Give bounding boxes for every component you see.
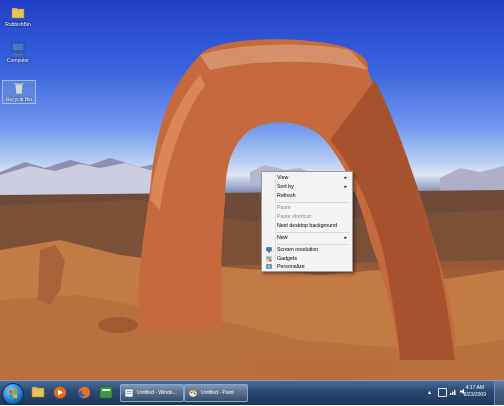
menu-item-paste: Paste (264, 204, 350, 212)
show-hidden-icons-icon[interactable]: ▴ (428, 389, 431, 396)
desktop-icon-label: Computer (7, 58, 29, 64)
windows-logo-icon (9, 390, 17, 398)
menu-item-label: Personalize (277, 264, 305, 270)
menu-item-view[interactable]: View ▸ (264, 174, 350, 182)
pinned-media-player[interactable] (50, 384, 70, 401)
show-desktop-button[interactable] (494, 381, 504, 405)
desktop-icon-folder[interactable]: RubbishBin (2, 6, 34, 28)
clock-date: 8/23/2009 (463, 392, 486, 398)
folder-icon (11, 6, 25, 20)
screen-resolution-icon (266, 247, 272, 253)
taskbar-button-notepad[interactable]: Untitled - Windo... (120, 384, 184, 402)
menu-item-sort-by[interactable]: Sort by ▸ (264, 183, 350, 191)
menu-item-refresh[interactable]: Refresh (264, 192, 350, 200)
media-player-icon (54, 386, 66, 399)
menu-separator (277, 244, 349, 245)
gadgets-icon (266, 256, 272, 262)
pinned-firefox[interactable] (74, 384, 94, 401)
menu-separator (277, 232, 349, 233)
menu-item-label: Next desktop background (277, 223, 338, 229)
submenu-arrow-icon: ▸ (344, 184, 347, 190)
taskbar: Untitled - Windo... Untitled - Paint ▴ 4… (0, 380, 504, 405)
recycle-bin-icon (12, 81, 26, 95)
menu-item-label: Sort by (277, 184, 294, 190)
personalize-icon (266, 264, 272, 270)
network-icon[interactable] (450, 388, 457, 395)
taskbar-button-label: Untitled - Windo... (137, 390, 177, 396)
pinned-app[interactable] (96, 384, 116, 401)
menu-item-paste-shortcut: Paste shortcut (264, 213, 350, 221)
menu-item-new[interactable]: New ▸ (264, 234, 350, 242)
pinned-explorer[interactable] (28, 384, 48, 401)
submenu-arrow-icon: ▸ (344, 175, 347, 181)
firefox-icon (78, 386, 90, 399)
taskbar-button-label: Untitled - Paint (201, 390, 234, 396)
desktop-icon-computer[interactable]: Computer (2, 42, 34, 64)
action-center-icon[interactable] (438, 388, 447, 397)
menu-item-personalize[interactable]: Personalize (264, 263, 350, 271)
menu-item-label: New (277, 235, 288, 241)
clock-time: 4:17 AM (465, 385, 485, 391)
desktop[interactable]: RubbishBin Computer Recycle Bin View ▸ S… (0, 0, 504, 380)
start-button[interactable] (2, 383, 24, 405)
menu-item-label: Gadgets (277, 256, 298, 262)
menu-item-label: Paste shortcut (277, 214, 311, 220)
notepad-icon (124, 388, 134, 398)
desktop-context-menu: View ▸ Sort by ▸ Refresh Paste Paste sho… (261, 171, 353, 272)
app-icon (99, 386, 113, 399)
notification-area: ▴ 4:17 AM 8/23/2009 (424, 381, 504, 405)
menu-item-label: Screen resolution (277, 247, 319, 253)
submenu-arrow-icon: ▸ (344, 235, 347, 241)
menu-item-label: View (277, 175, 289, 181)
desktop-icon-label: RubbishBin (5, 22, 31, 28)
menu-item-next-desktop-background[interactable]: Next desktop background (264, 222, 350, 230)
menu-separator (277, 202, 349, 203)
explorer-icon (31, 387, 45, 398)
menu-item-label: Refresh (277, 193, 296, 199)
desktop-icon-recycle-bin[interactable]: Recycle Bin (2, 80, 36, 104)
menu-item-label: Paste (277, 205, 291, 211)
desktop-icon-label: Recycle Bin (5, 97, 33, 103)
menu-item-gadgets[interactable]: Gadgets (264, 255, 350, 263)
computer-icon (11, 42, 25, 56)
paint-icon (188, 388, 198, 398)
clock[interactable]: 4:17 AM 8/23/2009 (464, 385, 486, 399)
menu-item-screen-resolution[interactable]: Screen resolution (264, 246, 350, 254)
desktop-wallpaper (0, 39, 504, 380)
taskbar-button-paint[interactable]: Untitled - Paint (184, 384, 248, 402)
